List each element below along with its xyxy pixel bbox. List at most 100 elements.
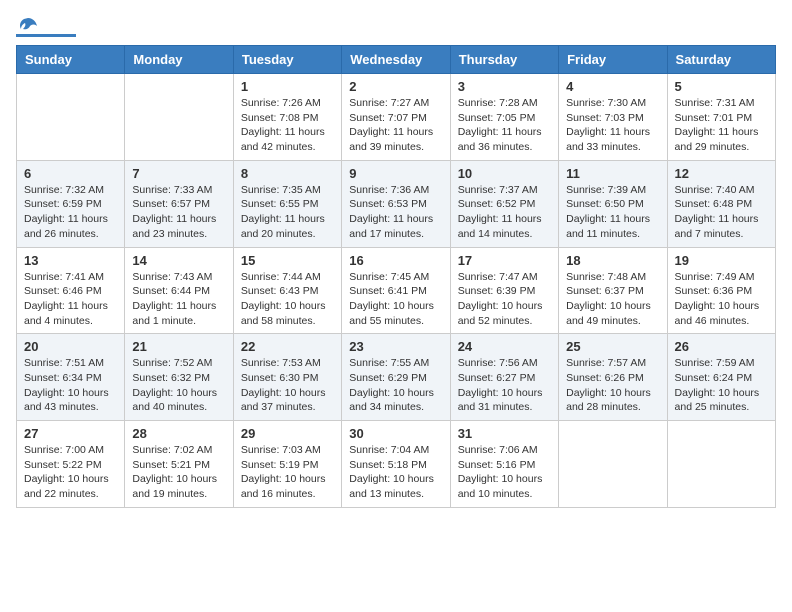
weekday-header-friday: Friday bbox=[559, 46, 667, 74]
calendar-cell bbox=[559, 421, 667, 508]
calendar-cell: 18 Sunrise: 7:48 AM Sunset: 6:37 PM Dayli… bbox=[559, 247, 667, 334]
cell-info: Sunrise: 7:03 AM Sunset: 5:19 PM Dayligh… bbox=[241, 443, 334, 502]
cell-day-number: 13 bbox=[24, 253, 117, 268]
weekday-header-thursday: Thursday bbox=[450, 46, 558, 74]
cell-info: Sunrise: 7:43 AM Sunset: 6:44 PM Dayligh… bbox=[132, 270, 225, 329]
weekday-header-sunday: Sunday bbox=[17, 46, 125, 74]
cell-info: Sunrise: 7:40 AM Sunset: 6:48 PM Dayligh… bbox=[675, 183, 768, 242]
calendar-cell: 23 Sunrise: 7:55 AM Sunset: 6:29 PM Dayli… bbox=[342, 334, 450, 421]
cell-info: Sunrise: 7:56 AM Sunset: 6:27 PM Dayligh… bbox=[458, 356, 551, 415]
calendar-cell: 19Sunrise: 7:49 AM Sunset: 6:36 PM Dayli… bbox=[667, 247, 775, 334]
cell-day-number: 20 bbox=[24, 339, 117, 354]
cell-day-number: 18 bbox=[566, 253, 659, 268]
calendar-cell: 4 Sunrise: 7:30 AM Sunset: 7:03 PM Daylig… bbox=[559, 74, 667, 161]
weekday-header-tuesday: Tuesday bbox=[233, 46, 341, 74]
cell-day-number: 2 bbox=[349, 79, 442, 94]
cell-day-number: 10 bbox=[458, 166, 551, 181]
cell-day-number: 16 bbox=[349, 253, 442, 268]
cell-info: Sunrise: 7:26 AM Sunset: 7:08 PM Dayligh… bbox=[241, 96, 334, 155]
cell-day-number: 23 bbox=[349, 339, 442, 354]
cell-day-number: 15 bbox=[241, 253, 334, 268]
cell-info: Sunrise: 7:36 AM Sunset: 6:53 PM Dayligh… bbox=[349, 183, 442, 242]
cell-day-number: 4 bbox=[566, 79, 659, 94]
cell-day-number: 12 bbox=[675, 166, 768, 181]
cell-day-number: 26 bbox=[675, 339, 768, 354]
cell-info: Sunrise: 7:37 AM Sunset: 6:52 PM Dayligh… bbox=[458, 183, 551, 242]
calendar-cell: 17 Sunrise: 7:47 AM Sunset: 6:39 PM Dayli… bbox=[450, 247, 558, 334]
cell-day-number: 21 bbox=[132, 339, 225, 354]
cell-info: Sunrise: 7:06 AM Sunset: 5:16 PM Dayligh… bbox=[458, 443, 551, 502]
calendar-cell: 25Sunrise: 7:57 AM Sunset: 6:26 PM Dayli… bbox=[559, 334, 667, 421]
cell-info: Sunrise: 7:48 AM Sunset: 6:37 PM Dayligh… bbox=[566, 270, 659, 329]
cell-day-number: 30 bbox=[349, 426, 442, 441]
calendar-cell: 7 Sunrise: 7:33 AM Sunset: 6:57 PM Daylig… bbox=[125, 160, 233, 247]
cell-info: Sunrise: 7:31 AM Sunset: 7:01 PM Dayligh… bbox=[675, 96, 768, 155]
calendar-week-row: 13Sunrise: 7:41 AM Sunset: 6:46 PM Dayli… bbox=[17, 247, 776, 334]
logo bbox=[16, 16, 76, 37]
calendar-cell: 26 Sunrise: 7:59 AM Sunset: 6:24 PM Dayli… bbox=[667, 334, 775, 421]
weekday-header-wednesday: Wednesday bbox=[342, 46, 450, 74]
calendar-cell: 13Sunrise: 7:41 AM Sunset: 6:46 PM Dayli… bbox=[17, 247, 125, 334]
page-header bbox=[16, 16, 776, 37]
cell-info: Sunrise: 7:30 AM Sunset: 7:03 PM Dayligh… bbox=[566, 96, 659, 155]
cell-day-number: 22 bbox=[241, 339, 334, 354]
calendar-cell: 6 Sunrise: 7:32 AM Sunset: 6:59 PM Daylig… bbox=[17, 160, 125, 247]
cell-info: Sunrise: 7:28 AM Sunset: 7:05 PM Dayligh… bbox=[458, 96, 551, 155]
cell-day-number: 7 bbox=[132, 166, 225, 181]
cell-day-number: 11 bbox=[566, 166, 659, 181]
cell-info: Sunrise: 7:33 AM Sunset: 6:57 PM Dayligh… bbox=[132, 183, 225, 242]
cell-info: Sunrise: 7:55 AM Sunset: 6:29 PM Dayligh… bbox=[349, 356, 442, 415]
cell-info: Sunrise: 7:52 AM Sunset: 6:32 PM Dayligh… bbox=[132, 356, 225, 415]
calendar-table: SundayMondayTuesdayWednesdayThursdayFrid… bbox=[16, 45, 776, 508]
cell-info: Sunrise: 7:39 AM Sunset: 6:50 PM Dayligh… bbox=[566, 183, 659, 242]
cell-info: Sunrise: 7:27 AM Sunset: 7:07 PM Dayligh… bbox=[349, 96, 442, 155]
calendar-cell: 28Sunrise: 7:02 AM Sunset: 5:21 PM Dayli… bbox=[125, 421, 233, 508]
calendar-cell: 20Sunrise: 7:51 AM Sunset: 6:34 PM Dayli… bbox=[17, 334, 125, 421]
cell-day-number: 14 bbox=[132, 253, 225, 268]
cell-day-number: 1 bbox=[241, 79, 334, 94]
cell-day-number: 31 bbox=[458, 426, 551, 441]
logo-divider bbox=[16, 34, 76, 37]
calendar-cell: 16Sunrise: 7:45 AM Sunset: 6:41 PM Dayli… bbox=[342, 247, 450, 334]
weekday-header-row: SundayMondayTuesdayWednesdayThursdayFrid… bbox=[17, 46, 776, 74]
calendar-cell: 10 Sunrise: 7:37 AM Sunset: 6:52 PM Dayli… bbox=[450, 160, 558, 247]
calendar-cell: 30 Sunrise: 7:04 AM Sunset: 5:18 PM Dayli… bbox=[342, 421, 450, 508]
cell-day-number: 6 bbox=[24, 166, 117, 181]
calendar-cell: 22 Sunrise: 7:53 AM Sunset: 6:30 PM Dayli… bbox=[233, 334, 341, 421]
calendar-cell: 14 Sunrise: 7:43 AM Sunset: 6:44 PM Dayli… bbox=[125, 247, 233, 334]
cell-info: Sunrise: 7:47 AM Sunset: 6:39 PM Dayligh… bbox=[458, 270, 551, 329]
cell-day-number: 17 bbox=[458, 253, 551, 268]
calendar-cell bbox=[17, 74, 125, 161]
calendar-week-row: 6 Sunrise: 7:32 AM Sunset: 6:59 PM Daylig… bbox=[17, 160, 776, 247]
calendar-cell: 24 Sunrise: 7:56 AM Sunset: 6:27 PM Dayli… bbox=[450, 334, 558, 421]
calendar-week-row: 27Sunrise: 7:00 AM Sunset: 5:22 PM Dayli… bbox=[17, 421, 776, 508]
calendar-week-row: 1 Sunrise: 7:26 AM Sunset: 7:08 PM Daylig… bbox=[17, 74, 776, 161]
calendar-cell: 8 Sunrise: 7:35 AM Sunset: 6:55 PM Daylig… bbox=[233, 160, 341, 247]
cell-info: Sunrise: 7:00 AM Sunset: 5:22 PM Dayligh… bbox=[24, 443, 117, 502]
cell-day-number: 8 bbox=[241, 166, 334, 181]
cell-info: Sunrise: 7:02 AM Sunset: 5:21 PM Dayligh… bbox=[132, 443, 225, 502]
calendar-cell bbox=[125, 74, 233, 161]
cell-day-number: 29 bbox=[241, 426, 334, 441]
weekday-header-saturday: Saturday bbox=[667, 46, 775, 74]
calendar-cell: 2 Sunrise: 7:27 AM Sunset: 7:07 PM Daylig… bbox=[342, 74, 450, 161]
calendar-cell: 9 Sunrise: 7:36 AM Sunset: 6:53 PM Daylig… bbox=[342, 160, 450, 247]
cell-day-number: 3 bbox=[458, 79, 551, 94]
calendar-cell: 12 Sunrise: 7:40 AM Sunset: 6:48 PM Dayli… bbox=[667, 160, 775, 247]
cell-info: Sunrise: 7:04 AM Sunset: 5:18 PM Dayligh… bbox=[349, 443, 442, 502]
cell-day-number: 9 bbox=[349, 166, 442, 181]
cell-day-number: 19 bbox=[675, 253, 768, 268]
calendar-cell: 3 Sunrise: 7:28 AM Sunset: 7:05 PM Daylig… bbox=[450, 74, 558, 161]
calendar-cell: 31 Sunrise: 7:06 AM Sunset: 5:16 PM Dayli… bbox=[450, 421, 558, 508]
calendar-cell bbox=[667, 421, 775, 508]
calendar-cell: 27Sunrise: 7:00 AM Sunset: 5:22 PM Dayli… bbox=[17, 421, 125, 508]
calendar-cell: 21 Sunrise: 7:52 AM Sunset: 6:32 PM Dayli… bbox=[125, 334, 233, 421]
cell-info: Sunrise: 7:35 AM Sunset: 6:55 PM Dayligh… bbox=[241, 183, 334, 242]
cell-info: Sunrise: 7:44 AM Sunset: 6:43 PM Dayligh… bbox=[241, 270, 334, 329]
cell-day-number: 24 bbox=[458, 339, 551, 354]
cell-info: Sunrise: 7:53 AM Sunset: 6:30 PM Dayligh… bbox=[241, 356, 334, 415]
cell-info: Sunrise: 7:57 AM Sunset: 6:26 PM Dayligh… bbox=[566, 356, 659, 415]
calendar-cell: 29 Sunrise: 7:03 AM Sunset: 5:19 PM Dayli… bbox=[233, 421, 341, 508]
cell-info: Sunrise: 7:32 AM Sunset: 6:59 PM Dayligh… bbox=[24, 183, 117, 242]
cell-info: Sunrise: 7:59 AM Sunset: 6:24 PM Dayligh… bbox=[675, 356, 768, 415]
